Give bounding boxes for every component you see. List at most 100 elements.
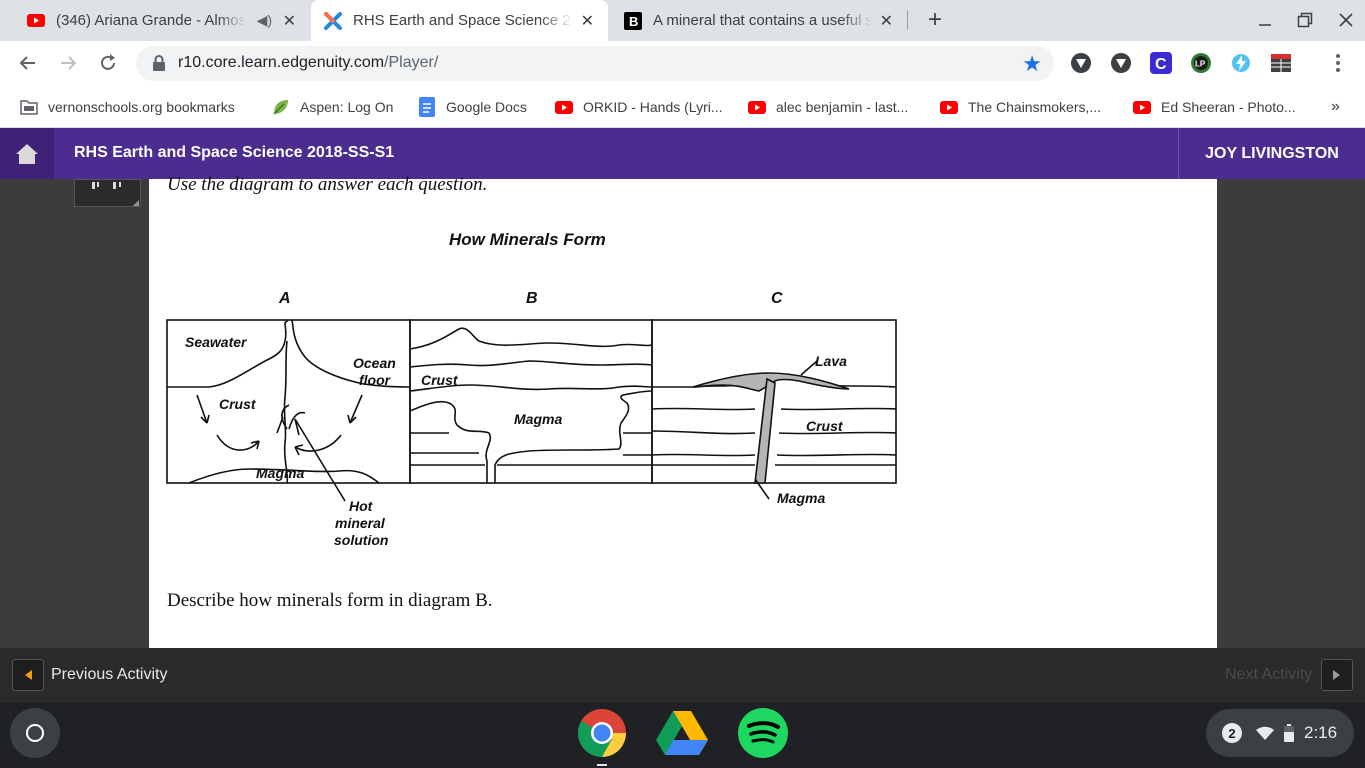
chrome-app[interactable] [576,707,628,759]
tab-youtube[interactable]: (346) Ariana Grande - Almost Is Never En… [12,0,310,41]
label-floor: floor [359,372,392,388]
address-bar[interactable]: r10.core.learn.edgenuity.com/Player/ ★ [136,46,1054,81]
thumbnail-image [92,182,139,206]
aspen-leaf-icon [272,98,290,116]
edgenuity-icon [323,11,343,31]
bookmark-item[interactable]: Google Docs [418,97,527,117]
panel-b-drawing [409,327,653,483]
tab-edgenuity[interactable]: RHS Earth and Space Science 2018-SS-S1 ✕ [311,0,608,41]
spotify-app[interactable] [737,707,789,759]
bookmark-label: Google Docs [446,99,527,115]
panel-c-drawing [651,360,897,500]
label-magma-b: Magma [514,411,562,427]
youtube-icon [1133,98,1151,116]
bookmark-label: vernonschools.org bookmarks [48,99,235,115]
caret-left-icon [25,670,32,680]
tab-separator [907,10,908,30]
panel-label-a: A [278,290,291,307]
panel-label-c: C [771,290,783,307]
tab-title: (346) Ariana Grande - Almost Is Never En… [56,12,246,29]
next-activity-button[interactable] [1321,659,1353,691]
bookmark-label: Ed Sheeran - Photo... [1161,99,1296,115]
notification-count-badge[interactable]: 2 [1222,723,1242,743]
previous-activity-label[interactable]: Previous Activity [51,666,167,684]
svg-text:LP: LP [1195,60,1206,69]
bookmark-label: ORKID - Hands (Lyri... [583,99,723,115]
speaker-muted-icon[interactable]: ◀︎) [257,12,272,29]
launcher-button[interactable] [10,708,60,758]
label-mineral: mineral [335,515,386,531]
tab-strip: (346) Ariana Grande - Almost Is Never En… [0,0,1365,41]
next-activity-label[interactable]: Next Activity [1225,666,1312,684]
bookmark-item[interactable]: ORKID - Hands (Lyri... [555,97,723,117]
screen: (346) Ariana Grande - Almost Is Never En… [0,0,1365,768]
bookmark-label: The Chainsmokers,... [968,99,1102,115]
activity-nav-bar: Previous Activity Next Activity [0,648,1365,703]
clock-time: 2:16 [1304,723,1338,742]
new-tab-button[interactable]: + [923,6,947,33]
minerals-diagram: How Minerals Form A B C Seawater Ocean f… [166,230,897,548]
svg-text:C: C [1155,56,1167,73]
menu-kebab-icon[interactable] [1326,51,1350,75]
youtube-icon [26,11,46,31]
home-button[interactable] [0,128,54,179]
lock-icon[interactable] [152,55,166,76]
diagram-title: How Minerals Form [449,230,606,249]
google-drive-app[interactable] [656,707,708,759]
back-button[interactable] [16,51,40,75]
video-thumbnail[interactable] [74,179,141,207]
extension-shield-icon[interactable] [1069,51,1093,75]
tab-brainly[interactable]: B A mineral that contains a useful subst… [609,0,907,41]
chrome-icon [577,709,626,758]
bookmark-item[interactable]: alec benjamin - last... [748,97,908,117]
extension-shield-icon[interactable] [1109,51,1133,75]
spotify-icon [738,708,788,758]
label-crust-b: Crust [421,372,459,388]
close-tab-icon[interactable]: ✕ [880,11,893,31]
folder-icon [20,98,38,116]
extension-bolt-icon[interactable] [1229,51,1253,75]
extension-lp-icon[interactable]: LP [1189,51,1213,75]
close-tab-icon[interactable]: ✕ [283,11,296,31]
browser-toolbar: r10.core.learn.edgenuity.com/Player/ ★ C… [0,41,1365,86]
bookmark-item[interactable]: The Chainsmokers,... [940,97,1101,117]
previous-activity-button[interactable] [12,659,44,691]
course-title: RHS Earth and Space Science 2018-SS-S1 [74,144,395,161]
battery-icon [1284,724,1294,742]
close-tab-icon[interactable]: ✕ [581,11,594,31]
bookmark-star-icon[interactable]: ★ [1022,51,1042,77]
youtube-icon [748,98,766,116]
forward-button[interactable] [56,51,80,75]
extension-table-icon[interactable] [1269,51,1293,75]
bookmarks-bar: vernonschools.org bookmarks Aspen: Log O… [0,86,1365,128]
reload-button[interactable] [96,51,120,75]
bookmark-label: Aspen: Log On [300,99,394,115]
bookmarks-overflow-icon[interactable]: » [1331,97,1340,117]
user-name-button[interactable]: JOY LIVINGSTON [1178,128,1365,179]
restore-button[interactable] [1293,8,1317,32]
close-window-button[interactable] [1334,8,1358,32]
tab-title: A mineral that contains a useful substan… [653,12,873,29]
panel-c-frame [651,319,897,484]
extension-c-icon[interactable]: C [1149,51,1173,75]
youtube-icon [940,98,958,116]
course-header: RHS Earth and Space Science 2018-SS-S1 J… [0,128,1365,179]
minimize-button[interactable] [1253,8,1277,32]
bookmark-folder[interactable]: vernonschools.org bookmarks [20,97,235,117]
bookmark-item[interactable]: Aspen: Log On [272,97,393,117]
wifi-icon [1256,726,1274,740]
launcher-circle-icon [26,724,44,742]
question-panel: Use the diagram to answer each question.… [149,174,1217,648]
bookmark-item[interactable]: Ed Sheeran - Photo... [1133,97,1296,117]
label-hot: Hot [349,498,374,514]
caret-right-icon [1333,670,1340,680]
home-icon [16,143,38,164]
bookmark-label: alec benjamin - last... [776,99,909,115]
url-text: r10.core.learn.edgenuity.com/Player/ [178,54,438,72]
status-tray[interactable]: 2 2:16 [1206,709,1354,757]
svg-text:B: B [629,14,638,29]
label-seawater: Seawater [185,334,248,350]
tab-title: RHS Earth and Space Science 2018-SS-S1 [353,12,573,29]
active-app-indicator [597,764,607,766]
docs-icon [418,97,436,117]
